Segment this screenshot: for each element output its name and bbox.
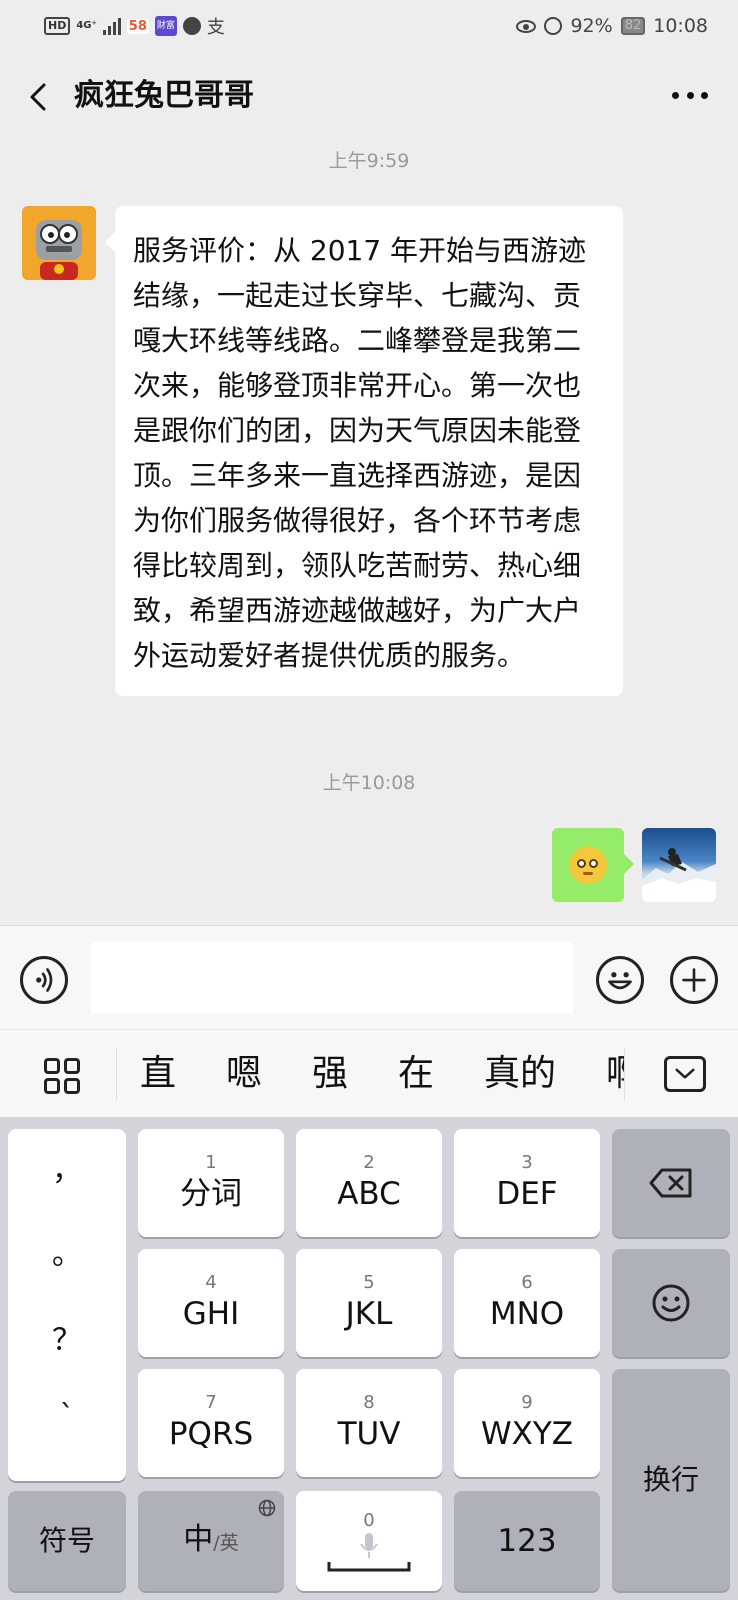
key-3[interactable]: 3 DEF — [454, 1129, 600, 1237]
key-label: TUV — [337, 1416, 401, 1452]
candidate-word[interactable]: 在 — [398, 1046, 434, 1102]
voice-icon[interactable] — [20, 956, 68, 1004]
contact-avatar[interactable] — [22, 206, 96, 280]
candidate-divider — [624, 1048, 625, 1100]
battery-icon: 82 — [620, 17, 646, 35]
key-number: 7 — [205, 1392, 217, 1413]
notification-icon — [182, 17, 201, 35]
chat-title: 疯狂兔巴哥哥 — [74, 78, 254, 113]
key-2[interactable]: 2 ABC — [296, 1129, 442, 1237]
key-9[interactable]: 9 WXYZ — [454, 1369, 600, 1477]
collapse-keyboard-icon[interactable] — [664, 1056, 706, 1092]
candidate-word[interactable]: 真的 — [484, 1046, 556, 1102]
key-label: GHI — [182, 1296, 240, 1332]
punct-period-key[interactable]: 。 — [8, 1229, 126, 1273]
back-arrow-icon[interactable] — [26, 82, 50, 112]
ime-candidate-bar: 直 嗯 强 在 真的 啊 — [0, 1029, 738, 1117]
key-label: ABC — [337, 1176, 401, 1212]
smiley-icon — [652, 1284, 690, 1322]
more-options-icon[interactable] — [672, 92, 708, 102]
finance-app-icon: 财富 — [154, 16, 177, 36]
symbols-key[interactable]: 符号 — [8, 1491, 126, 1591]
key-number: 0 — [363, 1510, 375, 1531]
plus-icon[interactable] — [670, 956, 718, 1004]
message-input[interactable] — [90, 942, 574, 1014]
punct-backtick-key[interactable]: ` — [8, 1399, 126, 1434]
incoming-message-bubble[interactable]: 服务评价：从 2017 年开始与西游迹结缘，一起走过长穿毕、七藏沟、贡嘎大环线等… — [105, 206, 623, 696]
key-label: WXYZ — [480, 1416, 574, 1452]
key-number: 2 — [363, 1152, 375, 1173]
space-key[interactable]: 0 — [296, 1491, 442, 1591]
key-label: 符号 — [38, 1524, 95, 1557]
candidate-word[interactable]: 嗯 — [226, 1046, 262, 1102]
backspace-icon — [649, 1168, 692, 1198]
key-number: 3 — [521, 1152, 533, 1173]
key-label: JKL — [345, 1296, 393, 1332]
status-bar-right: 92% 82 10:08 — [516, 12, 708, 40]
key-number: 6 — [521, 1272, 533, 1293]
lang-main-label: 中 — [183, 1521, 214, 1557]
enter-key[interactable]: 换行 — [612, 1369, 730, 1591]
candidate-word[interactable]: 直 — [140, 1046, 176, 1102]
key-label: 换行 — [642, 1463, 699, 1496]
hd-badge: HD — [44, 17, 71, 35]
key-4[interactable]: 4 GHI — [138, 1249, 284, 1357]
battery-percent: 92% — [570, 15, 613, 37]
lang-sub-label: /英 — [213, 1531, 239, 1554]
candidate-word[interactable]: 啊 — [606, 1046, 624, 1102]
numbers-key[interactable]: 123 — [454, 1491, 600, 1591]
key-label: 123 — [497, 1523, 557, 1559]
t9-keyboard: ， 。 ？ ` 1 分词 2 ABC 3 DEF 4 GHI 5 JKL 6 M… — [0, 1117, 738, 1600]
alipay-icon: 支 — [206, 17, 225, 38]
candidate-divider — [116, 1048, 117, 1100]
globe-icon — [258, 1499, 276, 1517]
punct-question-key[interactable]: ？ — [8, 1315, 126, 1359]
key-number: 1 — [205, 1152, 217, 1173]
key-number: 5 — [363, 1272, 375, 1293]
message-timestamp: 上午10:08 — [322, 772, 416, 794]
key-label: MNO — [489, 1296, 565, 1332]
chat-input-bar — [0, 925, 738, 1029]
punctuation-column[interactable]: ， 。 ？ ` — [8, 1129, 126, 1481]
signal-icon — [102, 17, 121, 35]
outgoing-message-bubble[interactable] — [552, 828, 634, 902]
status-bar-left: HD 4G⁺ 58 财富 支 — [44, 12, 225, 40]
emoji-key[interactable] — [612, 1249, 730, 1357]
clock: 10:08 — [653, 15, 708, 37]
key-5[interactable]: 5 JKL — [296, 1249, 442, 1357]
key-number: 9 — [521, 1392, 533, 1413]
microphone-icon — [360, 1533, 378, 1558]
chat-header: 疯狂兔巴哥哥 — [0, 52, 738, 140]
space-bar-icon — [327, 1562, 411, 1572]
backspace-key[interactable] — [612, 1129, 730, 1237]
key-6[interactable]: 6 MNO — [454, 1249, 600, 1357]
key-8[interactable]: 8 TUV — [296, 1369, 442, 1477]
language-switch-key[interactable]: 中/英 — [138, 1491, 284, 1591]
ime-menu-grid-icon[interactable] — [44, 1058, 80, 1094]
key-number: 4 — [205, 1272, 217, 1293]
message-timestamp: 上午9:59 — [328, 150, 410, 172]
key-label: DEF — [496, 1176, 558, 1212]
alarm-icon — [544, 17, 563, 35]
status-bar: HD 4G⁺ 58 财富 支 92% 82 10:08 — [0, 0, 738, 52]
thinking-face-emoji-icon — [569, 846, 607, 884]
key-label: PQRS — [168, 1416, 254, 1452]
key-label: 分词 — [180, 1176, 242, 1212]
eye-comfort-icon — [516, 19, 537, 33]
app-58-icon: 58 — [126, 18, 149, 34]
punct-comma-key[interactable]: ， — [8, 1145, 126, 1189]
my-avatar[interactable] — [642, 828, 716, 902]
key-1[interactable]: 1 分词 — [138, 1129, 284, 1237]
key-7[interactable]: 7 PQRS — [138, 1369, 284, 1477]
candidate-word[interactable]: 强 — [312, 1046, 348, 1102]
key-label: 中/英 — [183, 1520, 238, 1563]
network-label: 4G⁺ — [76, 20, 97, 31]
emoji-icon[interactable] — [596, 956, 644, 1004]
key-number: 8 — [363, 1392, 375, 1413]
